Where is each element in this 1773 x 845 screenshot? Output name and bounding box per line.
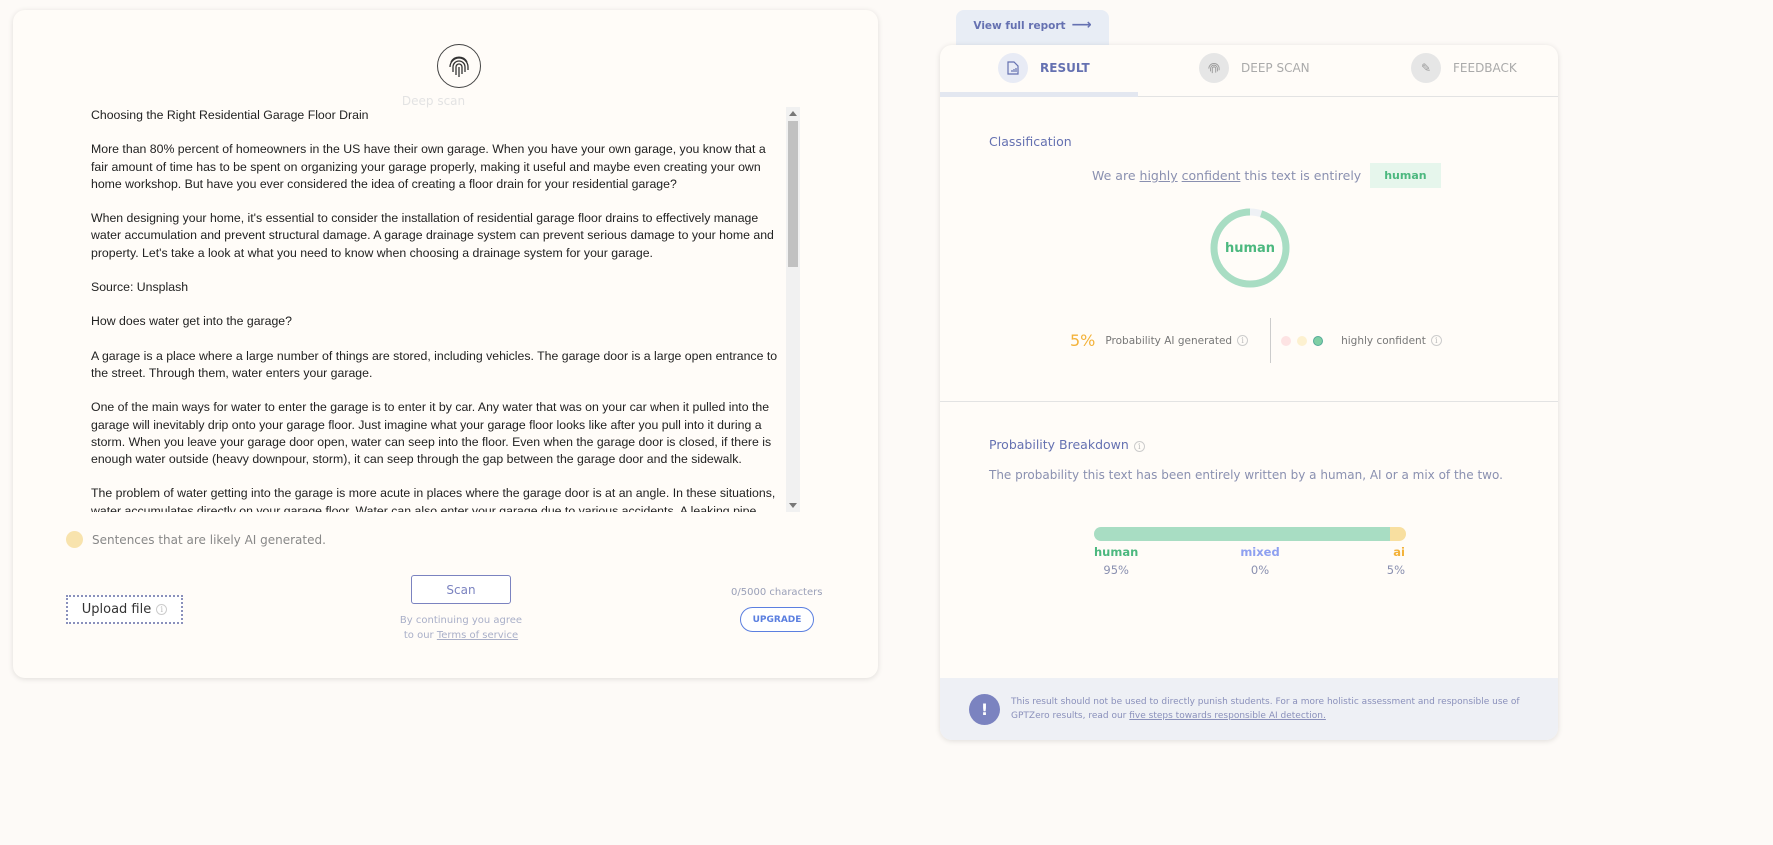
terms-notice: By continuing you agree to our Terms of s… [373,613,549,643]
divider [940,401,1558,402]
result-badge: human [1370,163,1441,188]
pencil-icon: ✎ [1411,53,1441,83]
breakdown-description: The probability this text has been entir… [989,468,1503,482]
disclaimer-footer: ! This result should not be used to dire… [940,678,1558,740]
tab-result[interactable]: RESULT [998,53,1090,83]
divider [1270,318,1272,363]
highly-link[interactable]: highly [1140,168,1178,183]
breakdown-title: Probability Breakdown i [989,437,1145,452]
legend-dot [66,531,83,548]
tab-label: RESULT [1040,61,1090,75]
exclamation-icon: ! [969,693,1000,725]
deep-scan-label: Deep scan [401,94,466,108]
fingerprint-icon [1199,53,1229,83]
info-icon[interactable]: i [156,604,168,615]
scrollbar[interactable] [786,107,800,512]
probability-row: 5% Probability AI generated i highly conf… [1070,318,1442,363]
result-tabs: RESULT DEEP SCAN ✎ FEEDBACK [940,45,1558,97]
active-tab-indicator [940,92,1138,97]
conf-text: We are [1092,168,1136,183]
file-chart-icon [998,53,1028,83]
view-full-report-button[interactable]: View full report ⟶ [956,10,1109,50]
tab-deep-scan[interactable]: DEEP SCAN [1199,53,1310,83]
text-paragraph: A garage is a place where a large number… [91,348,778,380]
info-icon[interactable]: i [1237,335,1249,346]
breakdown-human: human 95% [1094,545,1139,577]
tab-label: DEEP SCAN [1241,61,1310,75]
text-paragraph: Source: Unsplash [91,279,189,294]
info-icon[interactable]: i [1430,335,1442,346]
confidence-label: highly confident [1341,334,1426,347]
ring-label: human [1224,240,1276,256]
arrow-right-icon: ⟶ [1071,17,1092,33]
scan-button[interactable]: Scan [411,575,511,604]
conf-text: this text is entirely [1244,168,1362,183]
legend-text: Sentences that are likely AI generated. [92,532,326,547]
breakdown-mixed: mixed 0% [1240,545,1280,577]
agree-text: By continuing you agree [399,615,523,626]
confidence-statement: We are highly confident this text is entire… [1092,163,1441,188]
breakdown-ai: ai 5% [1386,545,1405,577]
result-panel: RESULT DEEP SCAN ✎ FEEDBACK Classificati… [940,45,1558,740]
tab-label: FEEDBACK [1453,61,1517,75]
confidence-dot-medium [1297,335,1308,346]
text-paragraph: How does water get into the garage? [91,314,292,329]
view-full-report-label: View full report [973,20,1066,32]
confident-link[interactable]: confident [1182,168,1241,183]
terms-link[interactable]: Terms of service [437,630,518,641]
text-paragraph: Choosing the Right Residential Garage Fl… [91,108,369,122]
character-count: 0/5000 characters [731,587,823,598]
confidence-dot-low [1281,335,1292,346]
classification-title: Classification [989,134,1072,149]
agree-text-2: to our [403,630,437,641]
upgrade-button[interactable]: UPGRADE [740,607,814,632]
tab-feedback[interactable]: ✎ FEEDBACK [1411,53,1517,83]
bar-segment-ai [1390,527,1406,541]
bar-segment-human [1094,527,1391,541]
probability-bar [1094,527,1406,541]
ai-probability-label: Probability AI generated [1105,334,1233,347]
confidence-dot-high [1313,335,1324,346]
info-icon[interactable]: i [1133,441,1145,452]
text-paragraph: The problem of water getting into the ga… [91,486,776,512]
input-panel: Deep scan Choosing the Right Residential… [13,10,878,678]
text-paragraph: One of the main ways for water to enter … [91,400,772,466]
ai-sentence-legend: Sentences that are likely AI generated. [66,531,326,548]
responsible-ai-link[interactable]: five steps towards responsible AI detect… [1129,711,1326,721]
classification-ring: human [1210,208,1290,288]
ai-probability: 5% [1070,331,1096,350]
text-paragraph: When designing your home, it's essential… [91,211,774,260]
disclaimer-text: This result should not be used to direct… [1011,697,1520,721]
upload-file-button[interactable]: Upload file i [66,595,183,624]
fingerprint-icon[interactable] [437,44,481,88]
upload-label: Upload file [81,602,152,617]
text-input[interactable]: Choosing the Right Residential Garage Fl… [91,107,801,512]
text-paragraph: More than 80% percent of homeowners in t… [91,142,766,191]
